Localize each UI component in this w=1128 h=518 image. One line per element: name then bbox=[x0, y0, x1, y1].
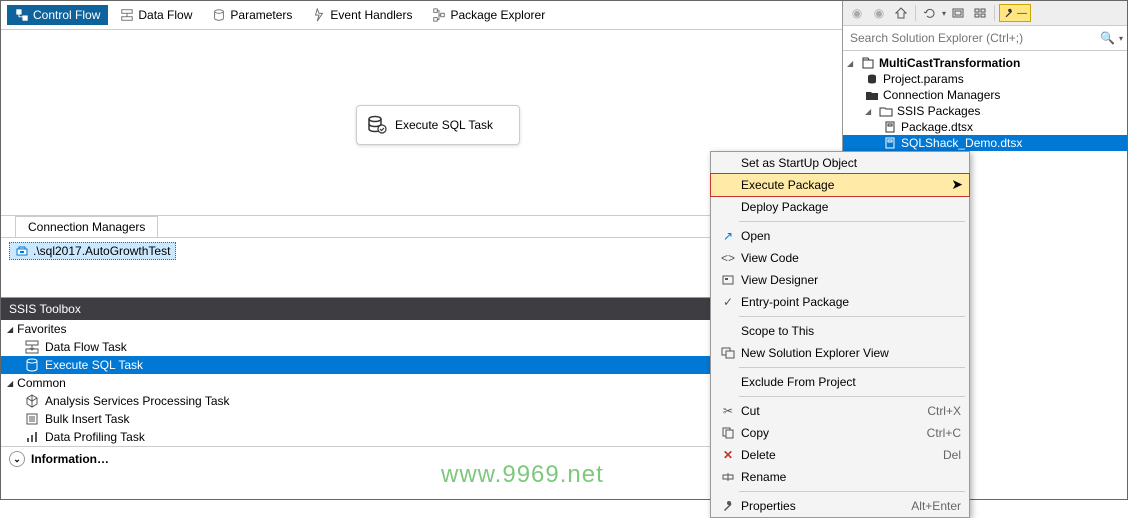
delete-icon: ✕ bbox=[719, 448, 737, 462]
data-flow-task-icon bbox=[25, 340, 39, 354]
folder-icon bbox=[879, 104, 893, 118]
tree-sqlshack-demo[interactable]: SQLShack_Demo.dtsx bbox=[843, 135, 1127, 151]
package-icon bbox=[883, 120, 897, 134]
tab-control-flow-label: Control Flow bbox=[33, 8, 100, 22]
search-icon[interactable]: 🔍 bbox=[1100, 31, 1115, 45]
tree-label: Project.params bbox=[883, 72, 964, 86]
home-icon[interactable] bbox=[891, 3, 911, 23]
menu-cut[interactable]: ✂CutCtrl+X bbox=[711, 400, 969, 422]
folder-icon bbox=[865, 88, 879, 102]
connection-item[interactable]: .\sql2017.AutoGrowthTest bbox=[9, 242, 176, 260]
tab-event-handlers[interactable]: Event Handlers bbox=[304, 5, 420, 25]
menu-entry-point[interactable]: ✓Entry-point Package bbox=[711, 291, 969, 313]
menu-exclude-project[interactable]: Exclude From Project bbox=[711, 371, 969, 393]
tab-control-flow[interactable]: Control Flow bbox=[7, 5, 108, 25]
toolbox-item-label: Execute SQL Task bbox=[45, 358, 143, 372]
task-label: Execute SQL Task bbox=[395, 118, 493, 132]
show-all-icon[interactable] bbox=[970, 3, 990, 23]
menu-set-startup[interactable]: Set as StartUp Object bbox=[711, 152, 969, 174]
tree-ssis-packages[interactable]: ◢ SSIS Packages bbox=[843, 103, 1127, 119]
parameters-icon bbox=[212, 8, 226, 22]
connection-icon bbox=[15, 244, 29, 258]
event-handlers-icon bbox=[312, 8, 326, 22]
back-icon[interactable]: ◉ bbox=[847, 3, 867, 23]
code-icon: <> bbox=[719, 251, 737, 265]
connection-managers-tab[interactable]: Connection Managers bbox=[15, 216, 158, 237]
collapse-icon[interactable] bbox=[948, 3, 968, 23]
execute-sql-icon bbox=[25, 358, 39, 372]
information-label: Information… bbox=[31, 452, 109, 466]
data-flow-icon bbox=[120, 8, 134, 22]
refresh-icon[interactable] bbox=[920, 3, 940, 23]
designer-icon bbox=[719, 273, 737, 287]
tree-label: Package.dtsx bbox=[901, 120, 973, 134]
rename-icon bbox=[719, 470, 737, 484]
menu-delete[interactable]: ✕DeleteDel bbox=[711, 444, 969, 466]
expand-icon[interactable]: ◢ bbox=[865, 107, 875, 116]
data-profiling-icon bbox=[25, 430, 39, 444]
control-flow-icon bbox=[15, 8, 29, 22]
wrench-icon bbox=[719, 499, 737, 513]
menu-deploy-package[interactable]: Deploy Package bbox=[711, 196, 969, 218]
tab-event-handlers-label: Event Handlers bbox=[330, 8, 412, 22]
project-icon bbox=[861, 56, 875, 70]
check-icon: ✓ bbox=[719, 295, 737, 309]
menu-view-designer[interactable]: View Designer bbox=[711, 269, 969, 291]
cube-icon bbox=[25, 394, 39, 408]
tab-data-flow[interactable]: Data Flow bbox=[112, 5, 200, 25]
context-menu: Set as StartUp Object Execute Package➤ D… bbox=[710, 151, 970, 518]
menu-new-solution-view[interactable]: New Solution Explorer View bbox=[711, 342, 969, 364]
copy-icon bbox=[719, 426, 737, 440]
tree-package-dtsx[interactable]: Package.dtsx bbox=[843, 119, 1127, 135]
menu-rename[interactable]: Rename bbox=[711, 466, 969, 488]
cut-icon: ✂ bbox=[719, 404, 737, 418]
forward-icon[interactable]: ◉ bbox=[869, 3, 889, 23]
designer-tabs: Control Flow Data Flow Parameters Event … bbox=[1, 1, 842, 30]
tab-parameters[interactable]: Parameters bbox=[204, 5, 300, 25]
tab-data-flow-label: Data Flow bbox=[138, 8, 192, 22]
tree-project[interactable]: ◢ MultiCastTransformation bbox=[843, 55, 1127, 71]
menu-open[interactable]: ↗Open bbox=[711, 225, 969, 247]
package-icon bbox=[883, 136, 897, 150]
tab-parameters-label: Parameters bbox=[230, 8, 292, 22]
solution-search: 🔍 ▾ bbox=[843, 26, 1127, 51]
tree-project-params[interactable]: Project.params bbox=[843, 71, 1127, 87]
tree-label: SSIS Packages bbox=[897, 104, 980, 118]
toolbox-item-label: Bulk Insert Task bbox=[45, 412, 129, 426]
menu-properties[interactable]: PropertiesAlt+Enter bbox=[711, 495, 969, 517]
tree-project-label: MultiCastTransformation bbox=[879, 56, 1020, 70]
tab-package-explorer-label: Package Explorer bbox=[450, 8, 545, 22]
tree-conn-managers[interactable]: Connection Managers bbox=[843, 87, 1127, 103]
tree-label: Connection Managers bbox=[883, 88, 1000, 102]
menu-scope-to-this[interactable]: Scope to This bbox=[711, 320, 969, 342]
menu-view-code[interactable]: <>View Code bbox=[711, 247, 969, 269]
tab-package-explorer[interactable]: Package Explorer bbox=[424, 5, 553, 25]
tree-label: SQLShack_Demo.dtsx bbox=[901, 136, 1022, 150]
solution-toolbar: ◉ ◉ ▾ — bbox=[843, 1, 1127, 26]
menu-copy[interactable]: CopyCtrl+C bbox=[711, 422, 969, 444]
search-input[interactable] bbox=[847, 28, 1100, 48]
toolbox-item-label: Data Flow Task bbox=[45, 340, 127, 354]
menu-execute-package[interactable]: Execute Package➤ bbox=[710, 173, 970, 197]
new-view-icon bbox=[719, 346, 737, 360]
expand-icon[interactable]: ◢ bbox=[847, 59, 857, 68]
toolbox-item-label: Analysis Services Processing Task bbox=[45, 394, 230, 408]
chevron-down-icon[interactable]: ⌄ bbox=[9, 451, 25, 467]
params-icon bbox=[865, 72, 879, 86]
package-explorer-icon bbox=[432, 8, 446, 22]
toolbox-item-label: Data Profiling Task bbox=[45, 430, 145, 444]
cursor-icon: ➤ bbox=[951, 176, 963, 193]
bulk-insert-icon bbox=[25, 412, 39, 426]
properties-icon[interactable]: — bbox=[999, 4, 1031, 22]
database-icon bbox=[367, 115, 387, 135]
open-icon: ↗ bbox=[719, 229, 737, 243]
connection-item-label: .\sql2017.AutoGrowthTest bbox=[33, 244, 170, 258]
execute-sql-task-node[interactable]: Execute SQL Task bbox=[356, 105, 520, 145]
